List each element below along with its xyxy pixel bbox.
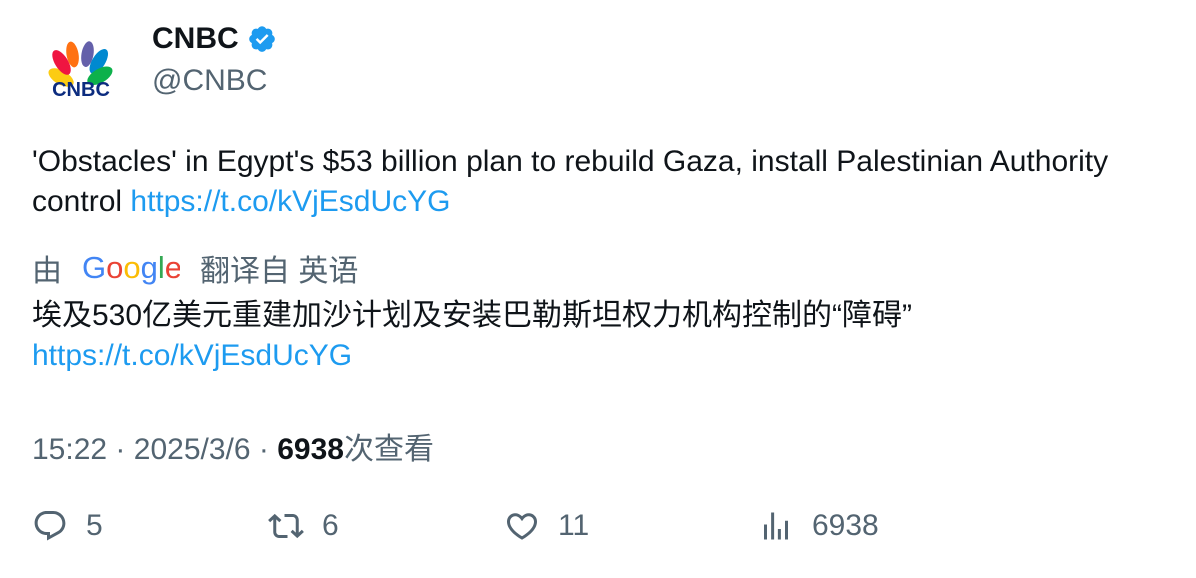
tweet-meta: 15:22 · 2025/3/6 · 6938次查看: [32, 424, 434, 468]
svg-text:Google: Google: [82, 250, 180, 285]
retweet-count: 6: [322, 509, 339, 542]
reply-button[interactable]: 5: [32, 508, 103, 544]
views-count: 6938: [277, 433, 344, 466]
translated-text: 埃及530亿美元重建加沙计划及安装巴勒斯坦权力机构控制的“障碍” https:/…: [32, 296, 1152, 376]
tweet-time[interactable]: 15:22: [32, 433, 107, 466]
reply-count: 5: [86, 509, 103, 542]
translated-link[interactable]: https://t.co/kVjEsdUcYG: [32, 339, 352, 372]
google-logo-icon: Google: [82, 250, 180, 285]
heart-icon: [504, 508, 540, 544]
views-button[interactable]: 6938: [758, 508, 879, 544]
author-handle[interactable]: @CNBC: [152, 64, 267, 98]
reply-icon: [32, 508, 68, 544]
tweet-text: 'Obstacles' in Egypt's $53 billion plan …: [32, 142, 1152, 222]
retweet-icon: [268, 508, 304, 544]
author-name-row[interactable]: CNBC: [152, 22, 277, 56]
author-display-name[interactable]: CNBC: [152, 22, 239, 56]
translated-body: 埃及530亿美元重建加沙计划及安装巴勒斯坦权力机构控制的“障碍”: [32, 299, 913, 332]
views-label: 次查看: [343, 433, 434, 466]
cnbc-peacock-logo: CNBC: [48, 41, 113, 101]
action-bar: 5 6 11 6938: [32, 508, 1132, 556]
meta-separator: ·: [258, 433, 269, 466]
like-count: 11: [558, 509, 590, 542]
tweet-link[interactable]: https://t.co/kVjEsdUcYG: [130, 185, 450, 218]
svg-text:CNBC: CNBC: [52, 79, 110, 101]
translation-attribution: 由 Google 翻译自 英语: [32, 246, 358, 290]
views-action-count: 6938: [812, 509, 879, 542]
translation-prefix: 由: [32, 255, 62, 288]
verified-badge-icon: [247, 24, 277, 54]
meta-separator: ·: [115, 433, 126, 466]
retweet-button[interactable]: 6: [268, 508, 339, 544]
bar-chart-icon: [758, 508, 794, 544]
tweet-date[interactable]: 2025/3/6: [134, 433, 251, 466]
like-button[interactable]: 11: [504, 508, 589, 544]
translation-suffix: 翻译自 英语: [200, 255, 359, 288]
avatar[interactable]: CNBC: [40, 30, 122, 112]
